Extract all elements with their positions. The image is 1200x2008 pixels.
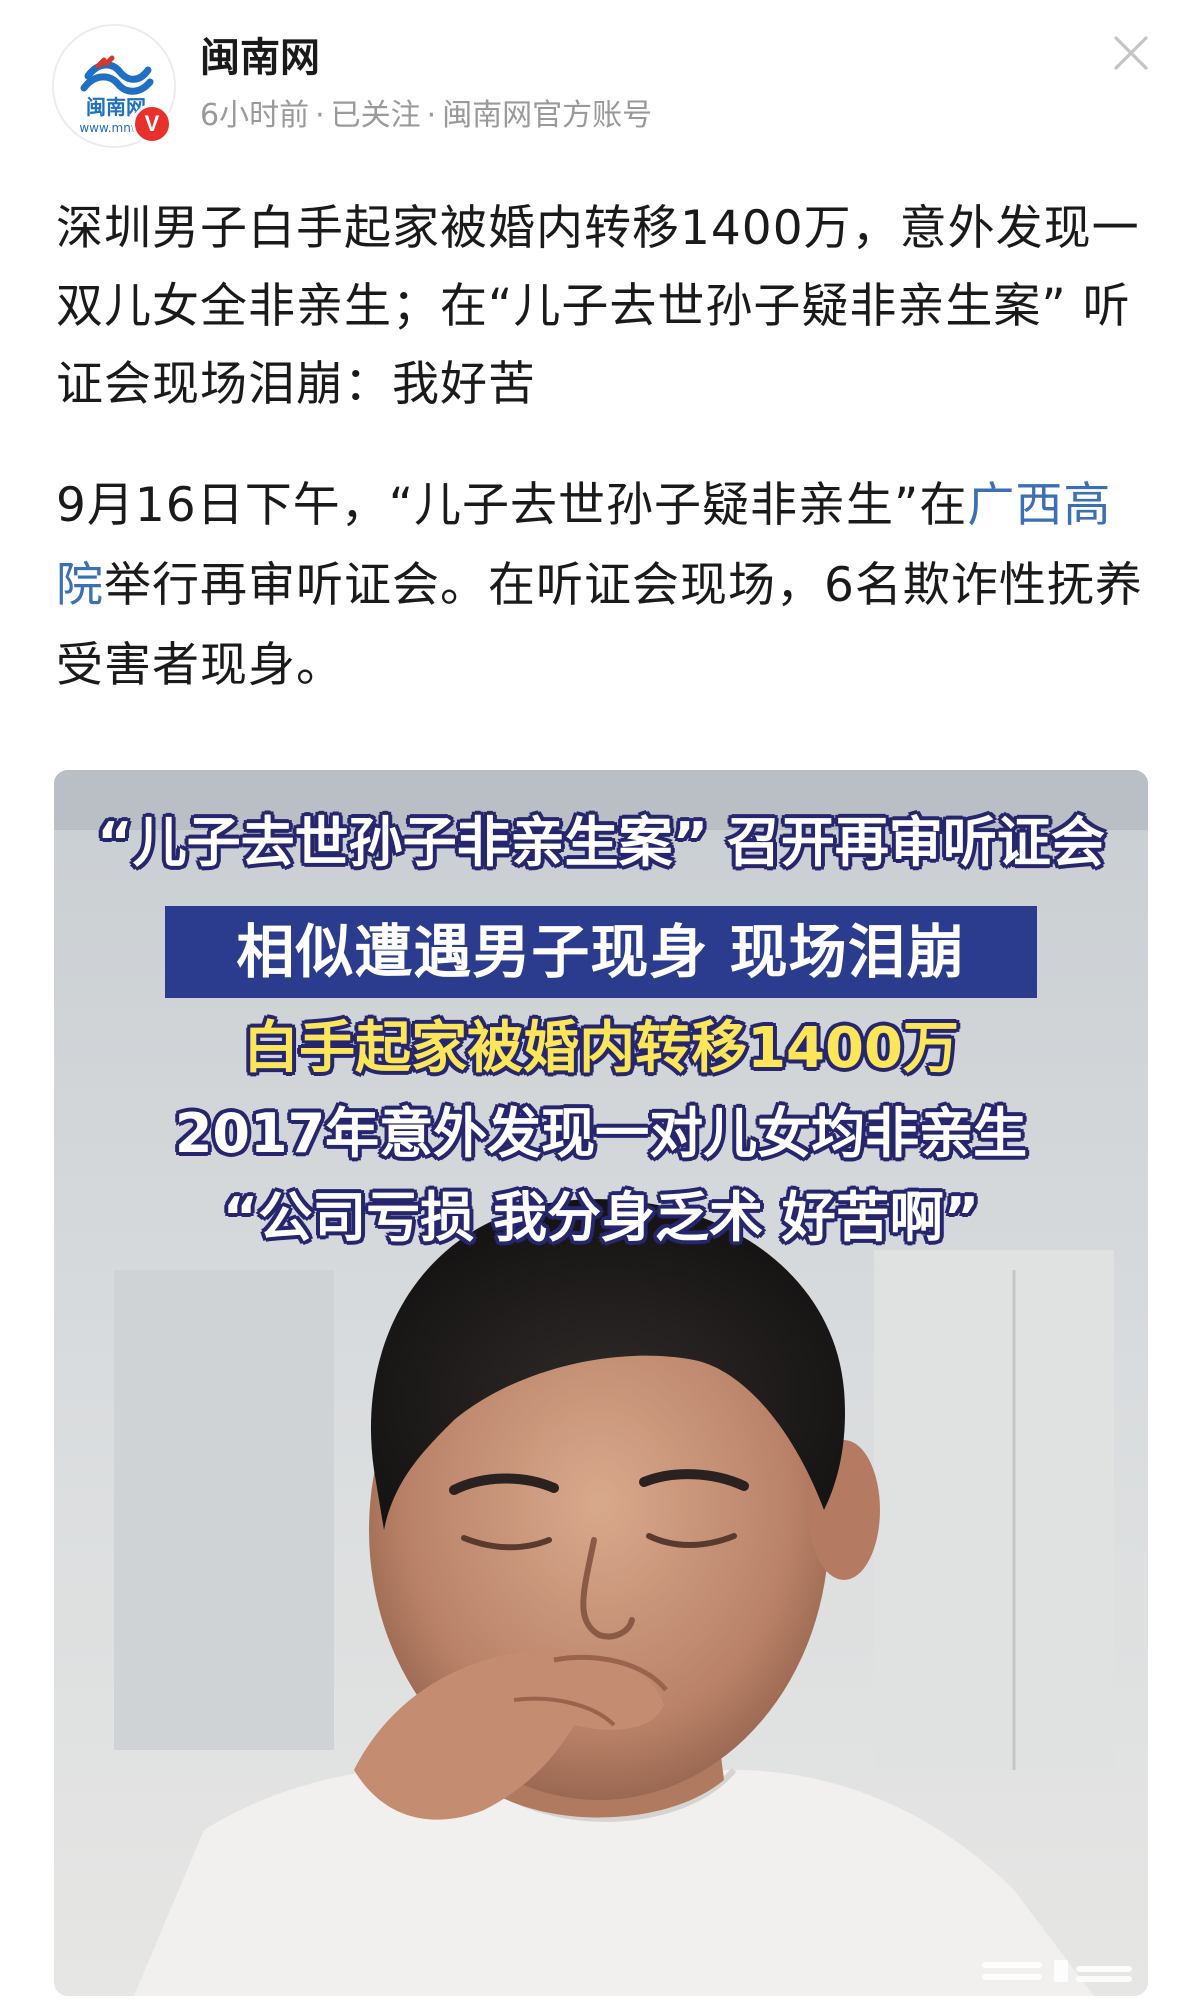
verified-badge-icon: V — [132, 104, 172, 144]
caption-quote: “公司亏损 我分身乏术 好苦啊” — [222, 1186, 980, 1249]
caption-discovery: 2017年意外发现一对儿女均非亲生 — [174, 1102, 1028, 1165]
post-time: 6小时前 — [200, 98, 310, 133]
close-icon — [1114, 36, 1148, 70]
close-button[interactable] — [1108, 30, 1154, 76]
body-text-start: 9月16日下午，“儿子去世孙子疑非亲生”在 — [56, 478, 968, 533]
article-image[interactable]: “儿子去世孙子非亲生案” 召开再审听证会 相似遭遇男子现身 现场泪崩 白手起家被… — [54, 770, 1148, 1996]
follow-status[interactable]: 已关注 — [331, 98, 421, 133]
article-body: 9月16日下午，“儿子去世孙子疑非亲生”在广西高院举行再审听证会。在听证会现场，… — [56, 466, 1146, 706]
platform-watermark-icon — [982, 1960, 1132, 1982]
post-meta: 6小时前 · 已关注 · 闽南网官方账号 — [200, 94, 652, 138]
caption-headline: 相似遭遇男子现身 现场泪崩 — [236, 918, 966, 986]
caption-highlight: 白手起家被婚内转移1400万 — [243, 1016, 959, 1081]
author-name[interactable]: 闽南网 — [200, 30, 320, 86]
article-title: 深圳男子白手起家被婚内转移1400万，意外发现一双儿女全非亲生；在“儿子去世孙子… — [56, 201, 1140, 412]
caption-banner: 相似遭遇男子现身 现场泪崩 — [165, 906, 1037, 998]
post-header: 闽南网 www.mnw V 闽南网 6小时前 · 已关注 · 闽南网官方账号 — [0, 0, 1200, 150]
body-text-end: 举行再审听证会。在听证会现场，6名欺诈性抚养受害者现身。 — [56, 558, 1143, 693]
meta-separator: · — [315, 98, 325, 133]
caption-case-title: “儿子去世孙子非亲生案” 召开再审听证会 — [97, 811, 1105, 874]
account-type: 闽南网官方账号 — [442, 98, 653, 133]
meta-separator: · — [426, 98, 437, 133]
